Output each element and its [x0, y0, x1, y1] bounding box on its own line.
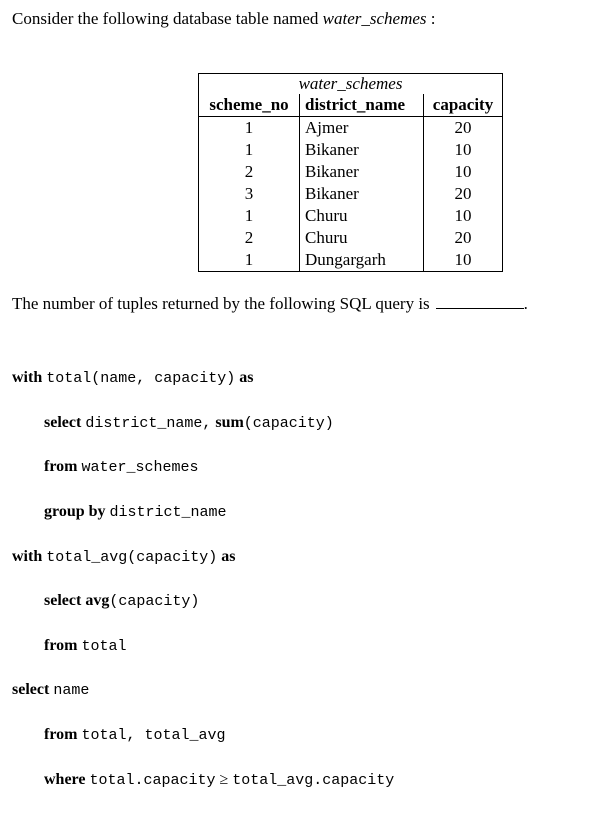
sql-line: with total(name, capacity) as [12, 367, 394, 389]
intro-prefix: Consider the following database table na… [12, 9, 323, 28]
cell-scheme-no: 2 [198, 227, 300, 249]
sql-code: district_name, [85, 414, 212, 432]
header-capacity: capacity [423, 94, 503, 117]
answer-blank [435, 294, 524, 309]
table-row: 1 Ajmer 20 [198, 116, 503, 139]
sql-keyword: with [12, 369, 43, 387]
sql-line: from water_schemes [12, 456, 394, 478]
cell-scheme-no: 3 [198, 183, 300, 205]
sql-keyword: avg [85, 592, 110, 610]
water-schemes-table: water_schemes scheme_no district_name ca… [198, 73, 503, 272]
cell-district-name: Bikaner [299, 161, 424, 183]
question-text: The number of tuples returned by the fol… [12, 294, 430, 313]
cell-capacity: 20 [423, 116, 503, 139]
table-row: 3 Bikaner 20 [198, 183, 503, 205]
sql-line: with total_avg(capacity) as [12, 546, 394, 568]
question-sentence: The number of tuples returned by the fol… [12, 293, 528, 315]
sql-query: with total(name, capacity) as select dis… [12, 345, 394, 813]
cell-district-name: Bikaner [299, 183, 424, 205]
table-row: 1 Bikaner 10 [198, 139, 503, 161]
sql-code: (capacity) [243, 414, 334, 432]
table-row: 1 Churu 10 [198, 205, 503, 227]
sql-keyword: select [44, 413, 82, 431]
sql-keyword: as [221, 547, 236, 565]
cell-capacity: 10 [423, 249, 503, 272]
sql-keyword: group by [44, 503, 106, 521]
sql-keyword: sum [215, 413, 244, 431]
table-row: 1 Dungargarh 10 [198, 249, 503, 272]
table-row: 2 Churu 20 [198, 227, 503, 249]
sql-line: where total.capacity ≥ total_avg.capacit… [12, 769, 394, 791]
header-scheme-no: scheme_no [198, 94, 300, 117]
cell-district-name: Churu [299, 205, 424, 227]
cell-scheme-no: 2 [198, 161, 300, 183]
sql-line: select avg(capacity) [12, 590, 394, 612]
sql-code: total [81, 637, 127, 655]
sql-keyword: from [44, 726, 78, 744]
sql-keyword: select [44, 592, 82, 610]
sql-line: from total, total_avg [12, 724, 394, 746]
cell-capacity: 10 [423, 205, 503, 227]
sql-code: total(name, capacity) [46, 370, 236, 388]
sql-code: (capacity) [109, 593, 200, 611]
sql-code: water_schemes [81, 459, 199, 477]
sql-operator: ≥ [219, 770, 229, 788]
sql-code: total_avg(capacity) [46, 548, 218, 566]
sql-code: name [53, 682, 90, 700]
intro-suffix: : [426, 9, 436, 28]
cell-scheme-no: 1 [198, 249, 300, 272]
cell-capacity: 10 [423, 161, 503, 183]
intro-table-name: water_schemes [322, 9, 427, 28]
cell-district-name: Ajmer [299, 116, 424, 139]
cell-scheme-no: 1 [198, 116, 300, 139]
sql-code: district_name [109, 504, 227, 522]
table-row: 2 Bikaner 10 [198, 161, 503, 183]
cell-district-name: Dungargarh [299, 249, 424, 272]
sql-keyword: where [44, 770, 86, 788]
sql-line: group by district_name [12, 501, 394, 523]
sql-line: from total [12, 635, 394, 657]
sql-code: total.capacity [89, 771, 216, 789]
cell-district-name: Bikaner [299, 139, 424, 161]
sql-keyword: as [239, 369, 254, 387]
sql-keyword: select [12, 681, 50, 699]
sql-keyword: from [44, 458, 78, 476]
sql-line: select name [12, 679, 394, 701]
sql-line: select district_name, sum(capacity) [12, 412, 394, 434]
cell-district-name: Churu [299, 227, 424, 249]
sql-keyword: from [44, 636, 78, 654]
sql-code: total_avg.capacity [232, 771, 395, 789]
table-caption: water_schemes [198, 73, 503, 94]
cell-capacity: 20 [423, 227, 503, 249]
sql-keyword: with [12, 547, 43, 565]
cell-capacity: 20 [423, 183, 503, 205]
intro-sentence: Consider the following database table na… [12, 8, 436, 30]
question-end: . [523, 294, 528, 313]
cell-capacity: 10 [423, 139, 503, 161]
header-district-name: district_name [299, 94, 424, 117]
cell-scheme-no: 1 [198, 205, 300, 227]
cell-scheme-no: 1 [198, 139, 300, 161]
sql-code: total, total_avg [81, 727, 226, 745]
